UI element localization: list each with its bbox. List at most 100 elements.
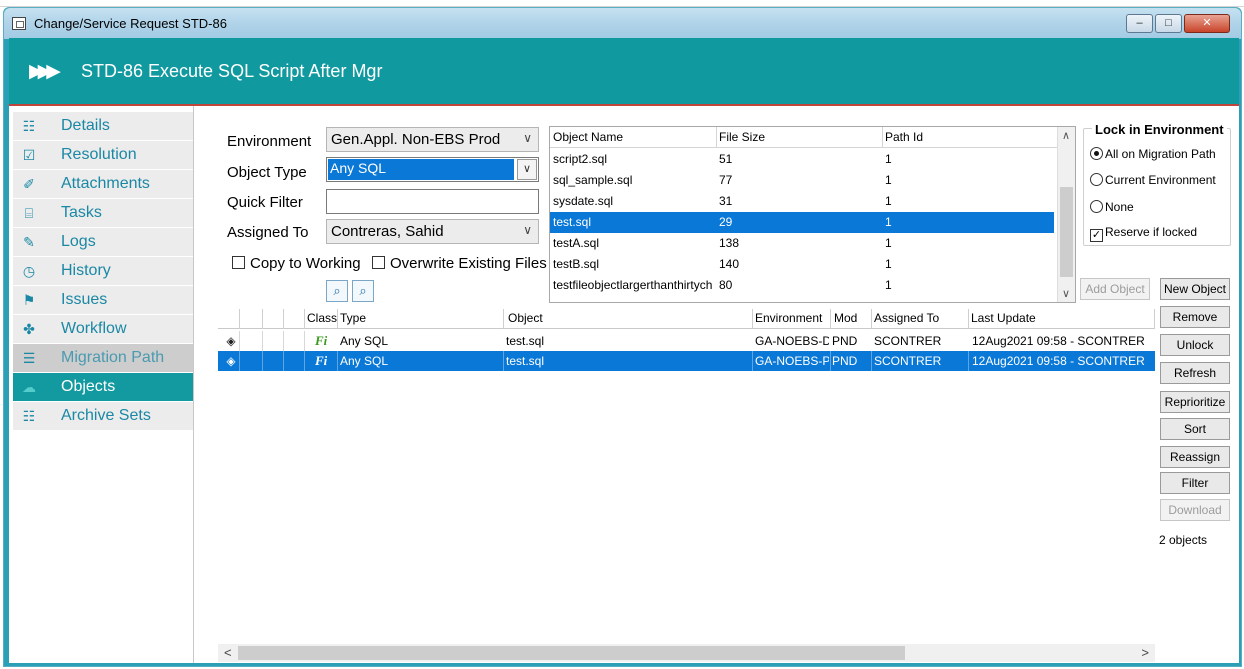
grid-header: Class Type Object Environment Mod Assign… bbox=[218, 309, 1155, 329]
column-divider bbox=[882, 127, 883, 148]
assigned-to-select[interactable]: Contreras, Sahid ∨ bbox=[326, 219, 539, 244]
path-id: 1 bbox=[885, 236, 892, 250]
column-class[interactable]: Class bbox=[307, 311, 337, 325]
object-list[interactable]: Object Name File Size Path Id script2.sq… bbox=[549, 126, 1076, 303]
reserve-if-locked-checkbox[interactable]: ✓ Reserve if locked bbox=[1090, 225, 1197, 242]
column-object-name[interactable]: Object Name bbox=[553, 130, 623, 144]
radio-label: Current Environment bbox=[1105, 173, 1216, 187]
table-row-selected[interactable]: ◈ Fi Any SQL test.sql GA-NOEBS-P PND SCO… bbox=[218, 351, 1155, 371]
sidebar-item-label: Attachments bbox=[61, 175, 150, 192]
column-assigned-to[interactable]: Assigned To bbox=[874, 311, 939, 325]
list-item[interactable]: sysdate.sql 31 1 bbox=[550, 191, 1054, 212]
environment-value: Gen.Appl. Non-EBS Prod bbox=[331, 131, 501, 148]
clock-icon: ◷ bbox=[22, 263, 36, 279]
table-row[interactable]: ◈ Fi Any SQL test.sql GA-NOEBS-D PND SCO… bbox=[218, 331, 1155, 351]
column-divider bbox=[503, 309, 504, 329]
sidebar-item-issues[interactable]: ⚑ Issues bbox=[13, 286, 193, 314]
column-type[interactable]: Type bbox=[340, 311, 366, 325]
cell-divider bbox=[871, 351, 872, 371]
list-item[interactable]: script2.sql 51 1 bbox=[550, 149, 1054, 170]
cell-assigned-to: SCONTRER bbox=[874, 354, 942, 368]
radio-all-on-migration-path[interactable]: All on Migration Path bbox=[1090, 147, 1216, 161]
scroll-right-icon[interactable]: > bbox=[1141, 645, 1149, 660]
scroll-down-icon[interactable]: ∨ bbox=[1062, 287, 1070, 300]
chevron-down-icon[interactable]: ∨ bbox=[517, 159, 537, 180]
sidebar-item-history[interactable]: ◷ History bbox=[13, 257, 193, 285]
radio-none[interactable]: None bbox=[1090, 200, 1134, 214]
list-item-selected[interactable]: test.sql 29 1 bbox=[550, 212, 1054, 233]
reassign-button[interactable]: Reassign bbox=[1160, 446, 1230, 468]
sidebar-item-tasks[interactable]: ⌸ Tasks bbox=[13, 199, 193, 227]
object-list-scrollbar[interactable]: ∧ ∨ bbox=[1057, 127, 1075, 302]
request-title: STD-86 Execute SQL Script After Mgr bbox=[81, 61, 383, 81]
sidebar-item-migration-path[interactable]: ☰ Migration Path bbox=[13, 344, 193, 372]
find-button[interactable]: ⌕ bbox=[326, 280, 348, 302]
environment-select[interactable]: Gen.Appl. Non-EBS Prod ∨ bbox=[326, 127, 539, 152]
list-item[interactable]: testA.sql 138 1 bbox=[550, 233, 1054, 254]
list-item[interactable]: testB.sql 140 1 bbox=[550, 254, 1054, 275]
column-divider bbox=[871, 309, 872, 329]
column-divider bbox=[262, 309, 263, 329]
objects-grid[interactable]: Class Type Object Environment Mod Assign… bbox=[218, 309, 1155, 663]
scroll-left-icon[interactable]: < bbox=[224, 645, 232, 660]
cell-divider bbox=[262, 331, 263, 351]
column-environment[interactable]: Environment bbox=[755, 311, 822, 325]
sidebar-item-archive-sets[interactable]: ☷ Archive Sets bbox=[13, 402, 193, 430]
unlock-button[interactable]: Unlock bbox=[1160, 334, 1230, 356]
sidebar-item-objects[interactable]: ☁ Objects bbox=[13, 373, 193, 401]
new-object-button[interactable]: New Object bbox=[1160, 278, 1230, 300]
column-divider bbox=[283, 309, 284, 329]
inspect-button[interactable]: ⌕ bbox=[352, 280, 374, 302]
sidebar-item-attachments[interactable]: ✐ Attachments bbox=[13, 170, 193, 198]
minimize-button[interactable]: – bbox=[1126, 14, 1153, 33]
add-object-button[interactable]: Add Object bbox=[1080, 278, 1150, 300]
reprioritize-button[interactable]: Reprioritize bbox=[1160, 391, 1230, 413]
file-size: 140 bbox=[719, 257, 740, 271]
filter-button[interactable]: Filter bbox=[1160, 472, 1230, 494]
cell-type: Any SQL bbox=[340, 354, 389, 368]
object-type-select[interactable]: Any SQL ∨ bbox=[326, 157, 539, 182]
list-item[interactable]: sql_sample.sql 77 1 bbox=[550, 170, 1054, 191]
column-divider bbox=[830, 309, 831, 329]
column-path-id[interactable]: Path Id bbox=[885, 130, 923, 144]
close-button[interactable]: ✕ bbox=[1184, 14, 1230, 33]
cell-divider bbox=[503, 351, 504, 371]
scroll-up-icon[interactable]: ∧ bbox=[1062, 129, 1070, 142]
checkbox-box bbox=[372, 256, 385, 269]
refresh-button[interactable]: Refresh bbox=[1160, 362, 1230, 384]
sidebar-item-logs[interactable]: ✎ Logs bbox=[13, 228, 193, 256]
sidebar-item-label: History bbox=[61, 262, 111, 279]
overwrite-existing-checkbox[interactable]: Overwrite Existing Files bbox=[372, 255, 547, 272]
sidebar-item-label: Workflow bbox=[61, 320, 127, 337]
list-item[interactable]: testfileobjectlargerthanthirtych 80 1 bbox=[550, 275, 1054, 296]
path-id: 1 bbox=[885, 152, 892, 166]
sort-button[interactable]: Sort bbox=[1160, 418, 1230, 440]
title-bar[interactable]: Change/Service Request STD-86 – □ ✕ bbox=[4, 8, 1241, 39]
grid-horizontal-scrollbar[interactable]: < > bbox=[218, 644, 1155, 662]
reserve-label: Reserve if locked bbox=[1105, 225, 1198, 239]
column-divider bbox=[337, 309, 338, 329]
remove-button[interactable]: Remove bbox=[1160, 306, 1230, 328]
maximize-button[interactable]: □ bbox=[1155, 14, 1182, 33]
sidebar: ☷ Details ☑ Resolution ✐ Attachments ⌸ T… bbox=[9, 106, 194, 663]
sidebar-item-resolution[interactable]: ☑ Resolution bbox=[13, 141, 193, 169]
assigned-to-label: Assigned To bbox=[227, 224, 309, 241]
column-mod[interactable]: Mod bbox=[834, 311, 857, 325]
column-file-size[interactable]: File Size bbox=[719, 130, 765, 144]
cell-divider bbox=[239, 351, 240, 371]
cell-object: test.sql bbox=[506, 334, 545, 348]
details-icon: ☷ bbox=[22, 118, 36, 134]
scroll-thumb[interactable] bbox=[1060, 187, 1073, 277]
copy-to-working-checkbox[interactable]: Copy to Working bbox=[232, 255, 361, 272]
scroll-thumb[interactable] bbox=[238, 646, 905, 660]
radio-current-environment[interactable]: Current Environment bbox=[1090, 173, 1216, 187]
checkbox-box bbox=[232, 256, 245, 269]
column-object[interactable]: Object bbox=[508, 311, 543, 325]
download-button[interactable]: Download bbox=[1160, 499, 1230, 521]
sidebar-item-workflow[interactable]: ✤ Workflow bbox=[13, 315, 193, 343]
column-last-update[interactable]: Last Update bbox=[971, 311, 1036, 325]
path-id: 1 bbox=[885, 257, 892, 271]
file-size: 29 bbox=[719, 215, 733, 229]
sidebar-item-details[interactable]: ☷ Details bbox=[13, 112, 193, 140]
quick-filter-input[interactable] bbox=[326, 189, 539, 214]
